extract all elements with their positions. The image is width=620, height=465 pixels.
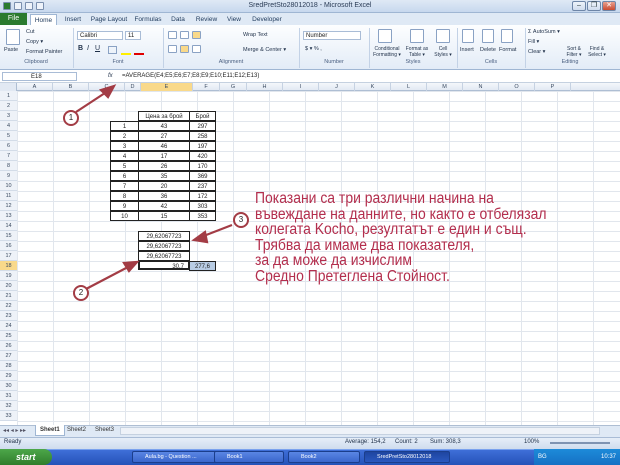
sheet-nav-arrows[interactable]: ◂◂ ◂ ▸ ▸▸	[3, 427, 26, 434]
horizontal-scrollbar[interactable]	[120, 427, 600, 435]
status-average: Average: 154,2	[345, 439, 386, 445]
start-button[interactable]: start	[0, 449, 52, 465]
task-aula[interactable]: Aula.bg - Question ...	[132, 451, 220, 463]
system-tray: BG 10:37	[534, 449, 620, 465]
callout-arrows	[75, 84, 233, 290]
zoom-slider[interactable]	[550, 442, 610, 444]
sheet-tab-1[interactable]: Sheet1	[35, 425, 65, 436]
callout-bubble-3: 3	[233, 212, 249, 228]
task-book1[interactable]: Book1	[214, 451, 284, 463]
clock: 10:37	[600, 454, 616, 460]
task-book2[interactable]: Book2	[288, 451, 360, 463]
zoom-level[interactable]: 100%	[524, 439, 539, 445]
arrow-2	[85, 265, 131, 290]
arrow-2-head	[122, 260, 140, 273]
callout-bubble-1: 1	[63, 110, 79, 126]
language-indicator[interactable]: BG	[538, 454, 547, 460]
status-count: Count: 2	[395, 439, 418, 445]
task-sredpretsto[interactable]: SredPretSto28012018	[364, 451, 450, 463]
sheet-tab-3[interactable]: Sheet3	[91, 425, 118, 436]
arrow-1	[75, 90, 109, 113]
arrow-3-head	[191, 230, 209, 244]
status-ready: Ready	[4, 439, 22, 445]
status-sum: Sum: 308,3	[430, 439, 461, 445]
sheet-tab-2[interactable]: Sheet2	[63, 425, 90, 436]
callout-bubble-2: 2	[73, 285, 89, 301]
